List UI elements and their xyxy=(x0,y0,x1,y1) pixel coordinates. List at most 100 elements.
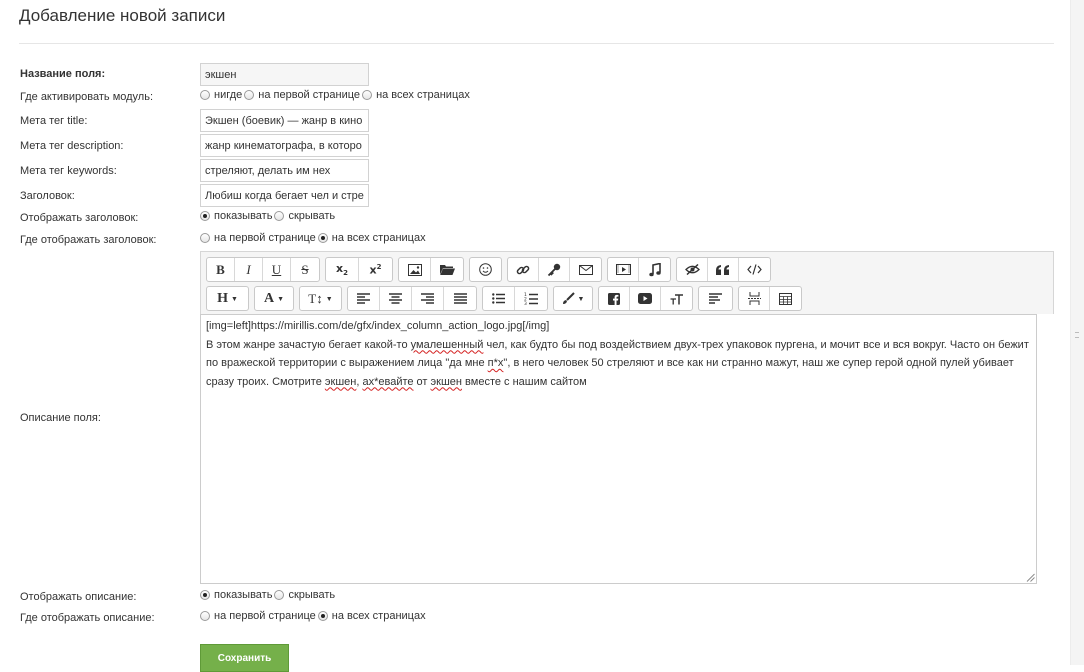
alignment-group xyxy=(347,286,477,311)
heading-dropdown[interactable]: H ▼ xyxy=(207,287,248,310)
save-button[interactable]: Сохранить xyxy=(200,644,289,672)
quote-button[interactable] xyxy=(708,258,739,281)
email-button[interactable] xyxy=(570,258,601,281)
show-description-option-show[interactable]: показывать xyxy=(200,589,272,601)
show-heading-option-hide[interactable]: скрывать xyxy=(274,210,335,222)
heading-where-option-all-pages[interactable]: на всех страницах xyxy=(317,232,426,244)
scrollbar-grip-icon xyxy=(1075,332,1079,338)
activate-option-first-page[interactable]: на первой странице xyxy=(244,89,360,101)
radio-icon xyxy=(274,590,285,600)
clear-format-icon xyxy=(670,293,683,304)
music-button[interactable] xyxy=(639,258,670,281)
insert-group xyxy=(738,286,802,311)
meta-title-label: Мета тег title: xyxy=(20,115,88,127)
align-justify-button[interactable] xyxy=(444,287,476,310)
name-label: Название поля: xyxy=(20,68,106,80)
brush-icon xyxy=(562,292,575,304)
clear-format-button[interactable] xyxy=(661,287,692,310)
radio-icon xyxy=(200,90,210,100)
bold-button[interactable]: B xyxy=(207,258,235,281)
misc-group xyxy=(676,257,771,282)
music-icon xyxy=(648,262,661,276)
youtube-icon xyxy=(638,293,652,304)
page-break-button[interactable] xyxy=(739,287,770,310)
description-editor[interactable]: [img=left]https://mirillis.com/de/gfx/in… xyxy=(200,314,1037,584)
facebook-button[interactable] xyxy=(599,287,630,310)
heading-icon: H xyxy=(217,290,228,306)
hidden-icon xyxy=(684,264,700,275)
paragraph-button[interactable] xyxy=(699,287,732,310)
chevron-down-icon: ▼ xyxy=(577,294,585,303)
font-color-dropdown[interactable]: A ▼ xyxy=(255,287,293,310)
editor-toolbar: B I U S x2 x2 H ▼ A ▼ T↕ ▼ 1 2 3 ▼ xyxy=(200,251,1054,314)
link-group xyxy=(507,257,602,282)
hidden-button[interactable] xyxy=(677,258,708,281)
paragraph-icon xyxy=(709,293,722,304)
show-heading-label: Отображать заголовок: xyxy=(20,212,139,224)
strikethrough-button[interactable]: S xyxy=(291,258,319,281)
youtube-button[interactable] xyxy=(630,287,661,310)
show-description-label: Отображать описание: xyxy=(20,591,137,603)
superscript-button[interactable]: x2 xyxy=(359,258,392,281)
underline-button[interactable]: U xyxy=(263,258,291,281)
radio-icon xyxy=(362,90,373,100)
meta-description-input[interactable] xyxy=(200,134,369,157)
show-heading-option-show[interactable]: показывать xyxy=(200,210,272,222)
heading-input[interactable] xyxy=(200,184,369,207)
show-description-option-hide[interactable]: скрывать xyxy=(274,589,335,601)
italic-button[interactable]: I xyxy=(235,258,263,281)
numbered-list-button[interactable]: 123 xyxy=(515,287,547,310)
svg-text:3: 3 xyxy=(524,301,527,305)
brush-dropdown[interactable]: ▼ xyxy=(554,287,592,310)
facebook-icon xyxy=(608,292,620,305)
meta-title-input[interactable] xyxy=(200,109,369,132)
align-left-icon xyxy=(357,293,370,304)
align-left-button[interactable] xyxy=(348,287,380,310)
align-right-button[interactable] xyxy=(412,287,444,310)
folder-button[interactable] xyxy=(431,258,463,281)
heading-where-radio-group: на первой странице на всех страницах xyxy=(200,232,428,244)
heading-where-label: Где отображать заголовок: xyxy=(20,234,157,246)
page-scrollbar[interactable] xyxy=(1070,0,1084,665)
smiley-button[interactable] xyxy=(470,258,501,281)
heading-where-option-first-page[interactable]: на первой странице xyxy=(200,232,316,244)
radio-icon xyxy=(244,90,255,100)
description-where-option-all-pages[interactable]: на всех страницах xyxy=(317,610,426,622)
description-where-option-first-page[interactable]: на первой странице xyxy=(200,610,316,622)
table-icon xyxy=(779,292,792,305)
image-icon xyxy=(407,263,422,276)
quote-icon xyxy=(716,264,729,275)
toolbar-row-2: H ▼ A ▼ T↕ ▼ 123 ▼ xyxy=(206,286,807,311)
name-input[interactable] xyxy=(200,63,369,86)
resize-grip-icon[interactable] xyxy=(1026,573,1035,582)
font-color-icon: A xyxy=(263,290,275,306)
video-icon xyxy=(615,264,631,275)
activate-radio-group: нигде на первой странице на всех страниц… xyxy=(200,89,472,101)
align-center-button[interactable] xyxy=(380,287,412,310)
paragraph-group xyxy=(698,286,733,311)
subscript-button[interactable]: x2 xyxy=(326,258,359,281)
meta-keywords-input[interactable] xyxy=(200,159,369,182)
description-where-label: Где отображать описание: xyxy=(20,612,155,624)
chevron-down-icon: ▼ xyxy=(325,294,333,303)
bullet-list-button[interactable] xyxy=(483,287,515,310)
meta-description-label: Мета тег description: xyxy=(20,140,124,152)
code-button[interactable] xyxy=(739,258,770,281)
media-group xyxy=(398,257,464,282)
align-right-icon xyxy=(421,293,434,304)
activate-option-all-pages[interactable]: на всех страницах xyxy=(362,89,470,101)
link-button[interactable] xyxy=(508,258,539,281)
align-justify-icon xyxy=(453,293,467,304)
editor-line-image: [img=left]https://mirillis.com/de/gfx/in… xyxy=(206,320,550,332)
font-color-group: A ▼ xyxy=(254,286,294,311)
key-button[interactable] xyxy=(539,258,570,281)
title-divider xyxy=(19,43,1054,44)
image-button[interactable] xyxy=(399,258,431,281)
envelope-icon xyxy=(578,264,593,275)
description-where-radio-group: на первой странице на всех страницах xyxy=(200,610,428,622)
activate-option-nowhere[interactable]: нигде xyxy=(200,89,242,101)
meta-keywords-label: Мета тег keywords: xyxy=(20,165,117,177)
video-button[interactable] xyxy=(608,258,639,281)
table-button[interactable] xyxy=(770,287,801,310)
font-size-dropdown[interactable]: T↕ ▼ xyxy=(300,287,341,310)
